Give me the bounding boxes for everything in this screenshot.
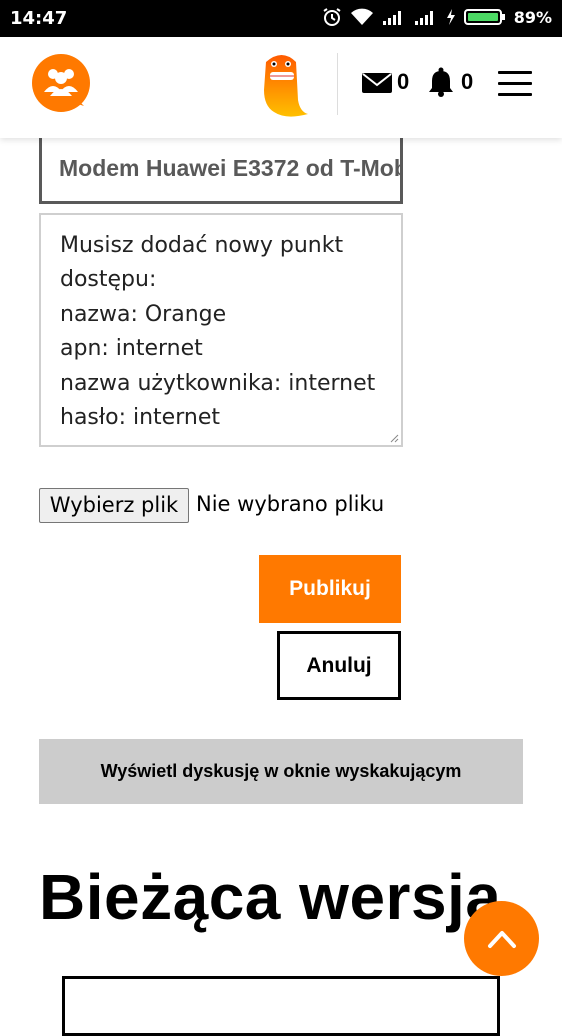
community-logo-icon[interactable] xyxy=(32,54,90,112)
battery-percent: 89% xyxy=(513,7,552,27)
battery-icon xyxy=(463,9,505,25)
hamburger-menu-icon[interactable] xyxy=(498,71,532,97)
charging-icon xyxy=(446,9,455,25)
status-time: 14:47 xyxy=(10,8,68,29)
wifi-icon xyxy=(350,8,373,25)
bell-icon[interactable] xyxy=(428,67,454,97)
publish-button[interactable]: Publikuj xyxy=(259,555,401,623)
section-heading: Bieżąca wersja xyxy=(39,861,502,933)
cancel-button[interactable]: Anuluj xyxy=(277,631,401,700)
body-line: nazwa użytkownika: internet xyxy=(60,370,376,396)
chevron-up-icon xyxy=(487,930,516,948)
envelope-icon[interactable] xyxy=(362,73,392,93)
popup-discussion-button[interactable]: Wyświetl dyskusję w oknie wyskakującym xyxy=(39,739,523,804)
header-divider xyxy=(337,53,338,115)
scroll-top-button[interactable] xyxy=(464,901,539,976)
version-box xyxy=(62,976,500,1036)
body-textarea[interactable]: Musisz dodać nowy punkt dostępu: nazwa: … xyxy=(39,213,403,447)
body-line: Musisz dodać nowy punkt xyxy=(60,233,344,258)
body-line: nazwa: Orange xyxy=(60,301,227,327)
status-bar: 14:47 89% xyxy=(0,0,562,37)
file-status: Nie wybrano pliku xyxy=(196,492,385,516)
status-icons: 89% xyxy=(322,7,552,27)
body-line: apn: internet xyxy=(60,336,203,362)
signal-icon xyxy=(382,11,401,25)
resize-grip-icon[interactable] xyxy=(389,433,399,443)
choose-file-button[interactable]: Wybierz plik xyxy=(39,488,189,523)
body-line: hasło: internet xyxy=(60,405,220,431)
signal-icon-2 xyxy=(414,11,433,25)
mascot-icon[interactable] xyxy=(256,50,308,118)
body-line: dostępu: xyxy=(60,267,157,293)
messages-count[interactable]: 0 xyxy=(397,69,409,95)
notifications-count[interactable]: 0 xyxy=(461,69,473,95)
alarm-icon xyxy=(323,8,341,26)
site-header: 0 0 xyxy=(0,37,562,138)
